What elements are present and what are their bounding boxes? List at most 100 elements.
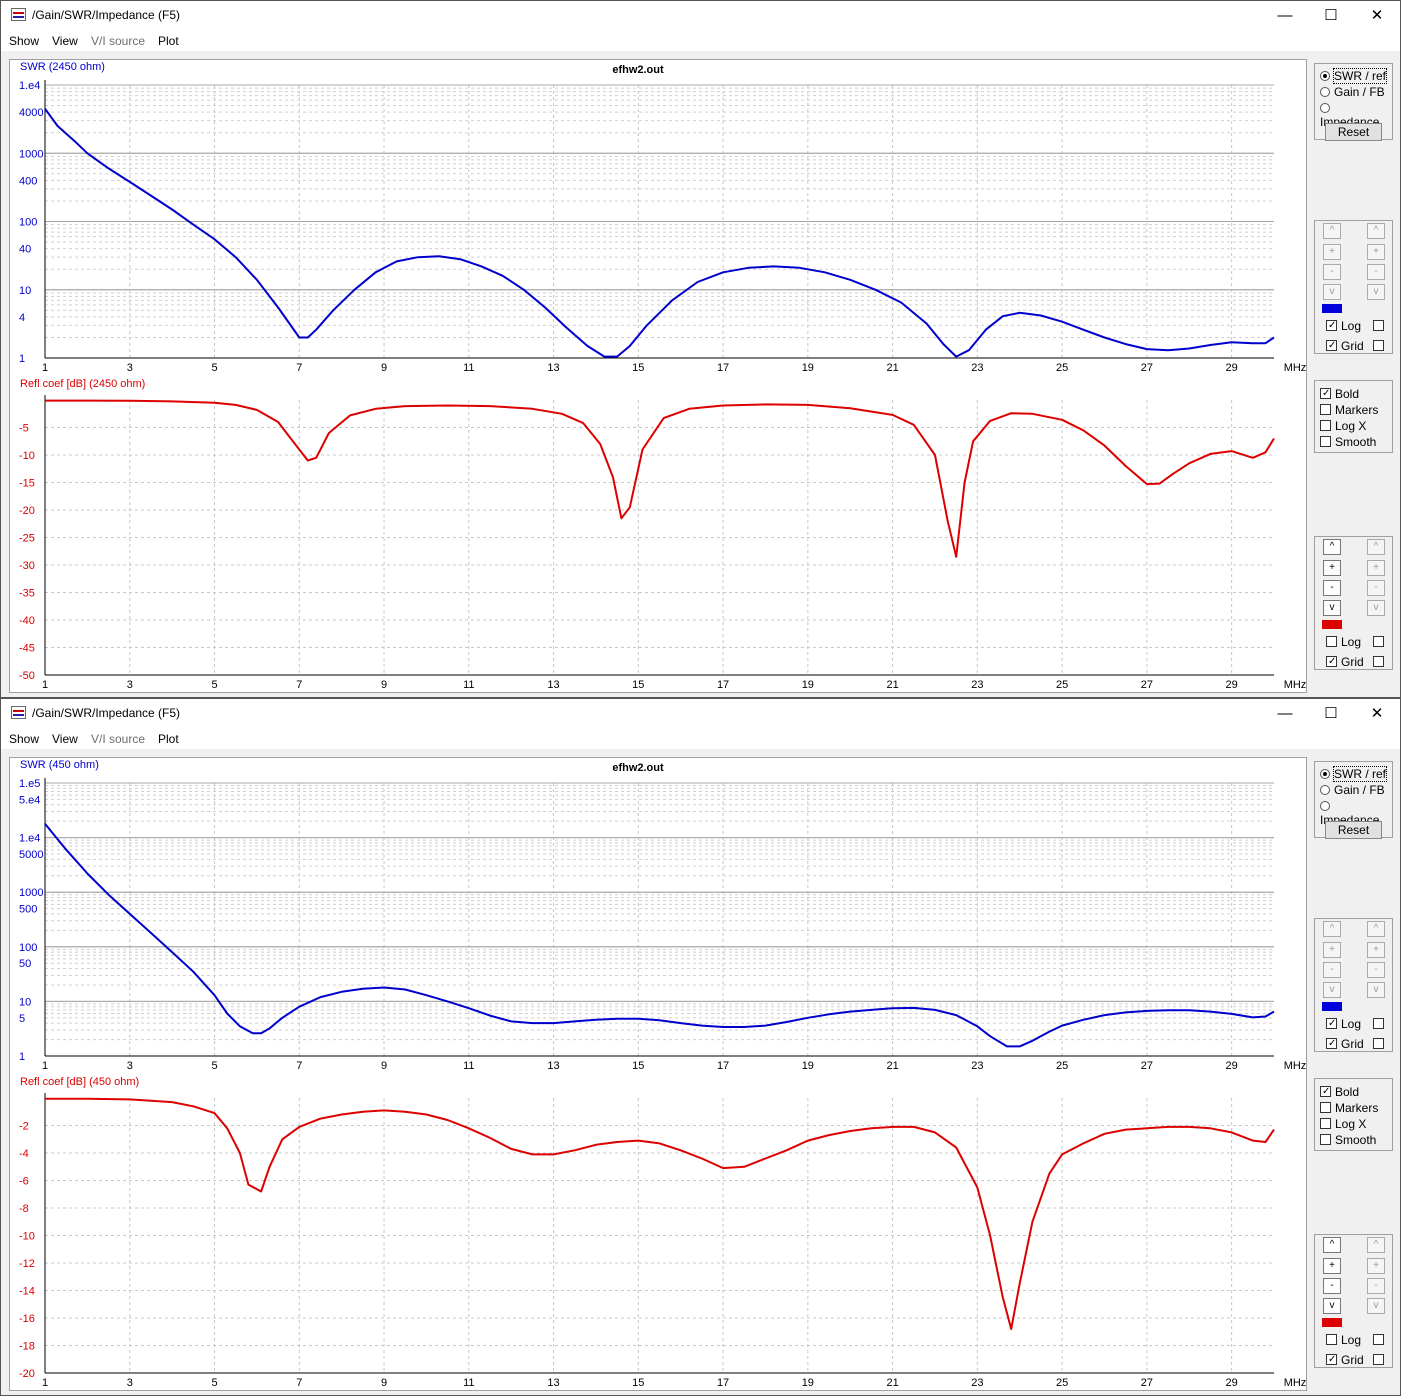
menu-show[interactable]: Show [9, 34, 39, 48]
bottom-left-up-button[interactable]: ^ [1323, 539, 1341, 555]
minimize-button[interactable]: — [1262, 699, 1308, 729]
bottom-left-up-button[interactable]: ^ [1323, 1237, 1341, 1253]
top-log-right-checkbox[interactable] [1373, 318, 1388, 332]
top-right-plus-button[interactable]: + [1367, 244, 1385, 260]
top-left-down-button[interactable]: v [1323, 982, 1341, 998]
top-right-minus-button[interactable]: - [1367, 962, 1385, 978]
close-button[interactable]: ✕ [1354, 1, 1400, 31]
menu-plot[interactable]: Plot [158, 732, 179, 746]
bottom-left-plus-button[interactable]: + [1323, 560, 1341, 576]
menu-show[interactable]: Show [9, 732, 39, 746]
top-left-down-button[interactable]: v [1323, 284, 1341, 300]
plot-area[interactable]: efhw2.out SWR (2450 ohm) 1.e4 4000 1000 400 10… [9, 59, 1307, 693]
title-bar[interactable]: /Gain/SWR/Impedance (F5) — ☐ ✕ [1, 699, 1400, 730]
chart-panel-swr: SWR (2450 ohm)1.e4400010004001004010411 3… [19, 61, 1306, 374]
top-left-plus-button[interactable]: + [1323, 244, 1341, 260]
mode-impedance-radio[interactable]: Impedance [1320, 798, 1392, 827]
bottom-grid-right-checkbox[interactable] [1373, 1352, 1388, 1366]
mode-swr-radio[interactable]: SWR / ref [1320, 765, 1388, 782]
bottom-color-swatch[interactable] [1322, 620, 1342, 629]
top-right-down-button[interactable]: v [1367, 284, 1385, 300]
bottom-left-minus-button[interactable]: - [1323, 1278, 1341, 1294]
bottom-right-minus-button[interactable]: - [1367, 580, 1385, 596]
bold-checkbox[interactable]: Bold [1320, 386, 1359, 401]
bottom-left-plus-button[interactable]: + [1323, 1258, 1341, 1274]
logx-checkbox[interactable]: Log X [1320, 418, 1366, 433]
reset-button[interactable]: Reset [1325, 821, 1382, 839]
mode-gain-radio[interactable]: Gain / FB [1320, 782, 1385, 797]
mode-gain-radio[interactable]: Gain / FB [1320, 84, 1385, 99]
top-right-down-button[interactable]: v [1367, 982, 1385, 998]
minimize-button[interactable]: — [1262, 1, 1308, 31]
menu-vi-source[interactable]: V/I source [91, 34, 145, 48]
x-unit-label: MHz [1284, 1060, 1306, 1072]
bottom-right-down-button[interactable]: v [1367, 1298, 1385, 1314]
top-left-up-button[interactable]: ^ [1323, 921, 1341, 937]
reset-button[interactable]: Reset [1325, 123, 1382, 141]
bottom-log-checkbox[interactable]: Log [1326, 1332, 1361, 1347]
plot-area[interactable]: efhw2.out SWR (450 ohm) 1.e5 5.e4 1.e4 5000 10… [9, 757, 1307, 1391]
menu-view[interactable]: View [52, 732, 78, 746]
bottom-color-swatch[interactable] [1322, 1318, 1342, 1327]
top-right-up-button[interactable]: ^ [1367, 223, 1385, 239]
bottom-right-minus-button[interactable]: - [1367, 1278, 1385, 1294]
bottom-left-down-button[interactable]: v [1323, 1298, 1341, 1314]
y-tick-label: -10 [19, 450, 35, 462]
bottom-right-up-button[interactable]: ^ [1367, 539, 1385, 555]
top-color-swatch[interactable] [1322, 1002, 1342, 1011]
bottom-scale-group: ^ ^ + + - - v v Log Grid [1314, 1234, 1393, 1368]
smooth-checkbox[interactable]: Smooth [1320, 1132, 1376, 1147]
plot-svg: efhw2.out SWR (2450 ohm) 1.e4 4000 1000 400 10… [19, 61, 1306, 691]
menu-plot[interactable]: Plot [158, 34, 179, 48]
top-log-checkbox[interactable]: Log [1326, 1016, 1361, 1031]
top-grid-right-checkbox[interactable] [1373, 1036, 1388, 1050]
markers-checkbox[interactable]: Markers [1320, 1100, 1378, 1115]
bottom-log-right-checkbox[interactable] [1373, 1332, 1388, 1346]
mode-group: SWR / ref Gain / FB Impedance Reset [1314, 63, 1393, 141]
y-tick-label: 10 [19, 285, 31, 297]
x-tick-label: 3 [127, 1060, 133, 1072]
bottom-grid-checkbox[interactable]: Grid [1326, 654, 1364, 669]
close-button[interactable]: ✕ [1354, 699, 1400, 729]
y-tick-label: 500 [19, 904, 37, 916]
smooth-checkbox[interactable]: Smooth [1320, 434, 1376, 449]
menu-view[interactable]: View [52, 34, 78, 48]
bottom-log-right-checkbox[interactable] [1373, 634, 1388, 648]
y-tick-label: 100 [19, 942, 37, 954]
top-left-plus-button[interactable]: + [1323, 942, 1341, 958]
top-left-up-button[interactable]: ^ [1323, 223, 1341, 239]
bottom-grid-right-checkbox[interactable] [1373, 654, 1388, 668]
bottom-left-down-button[interactable]: v [1323, 600, 1341, 616]
top-log-checkbox[interactable]: Log [1326, 318, 1361, 333]
top-log-right-checkbox[interactable] [1373, 1016, 1388, 1030]
top-left-minus-button[interactable]: - [1323, 264, 1341, 280]
mode-impedance-radio[interactable]: Impedance [1320, 100, 1392, 129]
bottom-grid-checkbox[interactable]: Grid [1326, 1352, 1364, 1367]
top-grid-right-checkbox[interactable] [1373, 338, 1388, 352]
bottom-right-down-button[interactable]: v [1367, 600, 1385, 616]
maximize-button[interactable]: ☐ [1308, 1, 1354, 31]
mode-swr-radio[interactable]: SWR / ref [1320, 67, 1388, 84]
bottom-right-up-button[interactable]: ^ [1367, 1237, 1385, 1253]
top-left-minus-button[interactable]: - [1323, 962, 1341, 978]
top-grid-checkbox[interactable]: Grid [1326, 338, 1364, 353]
markers-checkbox[interactable]: Markers [1320, 402, 1378, 417]
x-tick-label: 5 [211, 362, 217, 374]
title-bar[interactable]: /Gain/SWR/Impedance (F5) — ☐ ✕ [1, 1, 1400, 32]
top-right-up-button[interactable]: ^ [1367, 921, 1385, 937]
file-label: efhw2.out [612, 64, 664, 76]
top-right-minus-button[interactable]: - [1367, 264, 1385, 280]
menu-vi-source[interactable]: V/I source [91, 732, 145, 746]
maximize-button[interactable]: ☐ [1308, 699, 1354, 729]
bold-checkbox[interactable]: Bold [1320, 1084, 1359, 1099]
top-color-swatch[interactable] [1322, 304, 1342, 313]
bottom-right-plus-button[interactable]: + [1367, 560, 1385, 576]
bottom-log-checkbox[interactable]: Log [1326, 634, 1361, 649]
refl-series-line [45, 1097, 1275, 1330]
top-grid-checkbox[interactable]: Grid [1326, 1036, 1364, 1051]
chart-title: Refl coef [dB] (2450 ohm) [20, 378, 145, 390]
bottom-right-plus-button[interactable]: + [1367, 1258, 1385, 1274]
bottom-left-minus-button[interactable]: - [1323, 580, 1341, 596]
logx-checkbox[interactable]: Log X [1320, 1116, 1366, 1131]
top-right-plus-button[interactable]: + [1367, 942, 1385, 958]
